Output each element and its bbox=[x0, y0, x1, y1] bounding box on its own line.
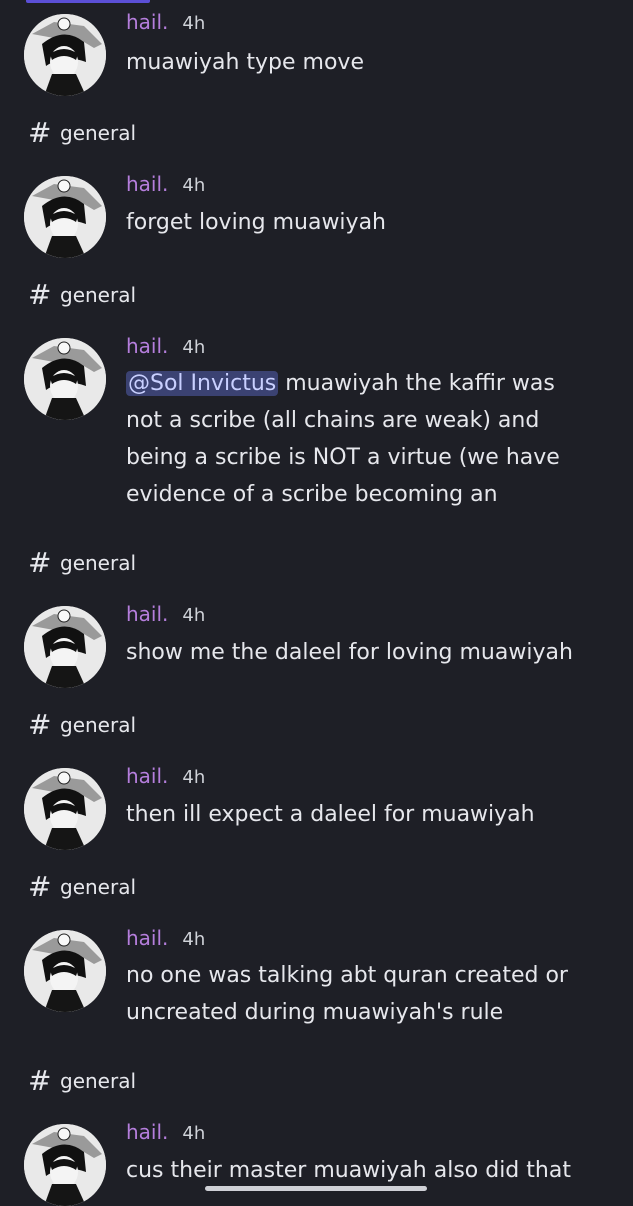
message-line: forget loving muawiyah bbox=[126, 210, 386, 235]
message-line: then ill expect a daleel for muawiyah bbox=[126, 802, 535, 827]
avatar-image bbox=[24, 930, 106, 1012]
message-author[interactable]: hail. bbox=[126, 8, 168, 36]
avatar[interactable] bbox=[24, 1124, 106, 1206]
message-line: being a scribe is NOT a virtue (we have bbox=[126, 445, 560, 470]
channel-name: general bbox=[60, 713, 137, 737]
message-line: cus their master muawiyah also did that bbox=[126, 1158, 571, 1183]
message-author[interactable]: hail. bbox=[126, 170, 168, 198]
user-mention[interactable]: @Sol Invictus bbox=[126, 371, 279, 396]
avatar[interactable] bbox=[24, 930, 106, 1012]
hash-icon: # bbox=[28, 546, 52, 579]
avatar[interactable] bbox=[24, 768, 106, 850]
hash-icon: # bbox=[28, 278, 52, 311]
hash-icon: # bbox=[28, 116, 52, 149]
message-line: evidence of a scribe becoming an bbox=[126, 482, 498, 507]
message-line: show me the daleel for loving muawiyah bbox=[126, 640, 573, 665]
avatar-image bbox=[24, 606, 106, 688]
avatar-image bbox=[24, 14, 106, 96]
channel-label[interactable]: # general bbox=[28, 548, 136, 578]
channel-label[interactable]: # general bbox=[28, 710, 136, 740]
hash-icon: # bbox=[28, 708, 52, 741]
message-timestamp: 4h bbox=[182, 605, 206, 626]
message-timestamp: 4h bbox=[182, 929, 206, 950]
home-indicator[interactable] bbox=[205, 1186, 427, 1191]
message-line: uncreated during muawiyah's rule bbox=[126, 1000, 504, 1025]
channel-name: general bbox=[60, 551, 137, 575]
avatar[interactable] bbox=[24, 338, 106, 420]
message-line: @Sol Invictus muawiyah the kaffir was bbox=[126, 365, 596, 402]
message-content: show me the daleel for loving muawiyah bbox=[126, 634, 596, 671]
channel-label[interactable]: # general bbox=[28, 872, 136, 902]
channel-name: general bbox=[60, 121, 137, 145]
avatar-image bbox=[24, 176, 106, 258]
message-author[interactable]: hail. bbox=[126, 600, 168, 628]
message-timestamp: 4h bbox=[182, 337, 206, 358]
message-content: @Sol Invictus muawiyah the kaffir was no… bbox=[126, 365, 596, 513]
avatar[interactable] bbox=[24, 176, 106, 258]
channel-label[interactable]: # general bbox=[28, 1066, 136, 1096]
message-author[interactable]: hail. bbox=[126, 762, 168, 790]
message-line: no one was talking abt quran created or bbox=[126, 963, 568, 988]
message-line: not a scribe (all chains are weak) and bbox=[126, 408, 540, 433]
message-timestamp: 4h bbox=[182, 1123, 206, 1144]
avatar-image bbox=[24, 768, 106, 850]
message-author[interactable]: hail. bbox=[126, 924, 168, 952]
message-timestamp: 4h bbox=[182, 767, 206, 788]
message-line: muawiyah type move bbox=[126, 50, 364, 75]
channel-name: general bbox=[60, 283, 137, 307]
message-timestamp: 4h bbox=[182, 13, 206, 34]
avatar-image bbox=[24, 338, 106, 420]
message-author[interactable]: hail. bbox=[126, 332, 168, 360]
message-content: forget loving muawiyah bbox=[126, 204, 596, 241]
message-content: then ill expect a daleel for muawiyah bbox=[126, 796, 596, 833]
hash-icon: # bbox=[28, 870, 52, 903]
message-content: no one was talking abt quran created or … bbox=[126, 957, 596, 1031]
message-content: cus their master muawiyah also did that bbox=[126, 1152, 596, 1189]
message-feed: hail. 4h muawiyah type move # general ha… bbox=[0, 0, 633, 1206]
channel-name: general bbox=[60, 1069, 137, 1093]
channel-label[interactable]: # general bbox=[28, 280, 136, 310]
message-line-text: muawiyah the kaffir was bbox=[285, 371, 555, 396]
hash-icon: # bbox=[28, 1064, 52, 1097]
message-content: muawiyah type move bbox=[126, 44, 596, 81]
avatar[interactable] bbox=[24, 606, 106, 688]
avatar[interactable] bbox=[24, 14, 106, 96]
channel-label[interactable]: # general bbox=[28, 118, 136, 148]
channel-name: general bbox=[60, 875, 137, 899]
message-timestamp: 4h bbox=[182, 175, 206, 196]
avatar-image bbox=[24, 1124, 106, 1206]
message-author[interactable]: hail. bbox=[126, 1118, 168, 1146]
